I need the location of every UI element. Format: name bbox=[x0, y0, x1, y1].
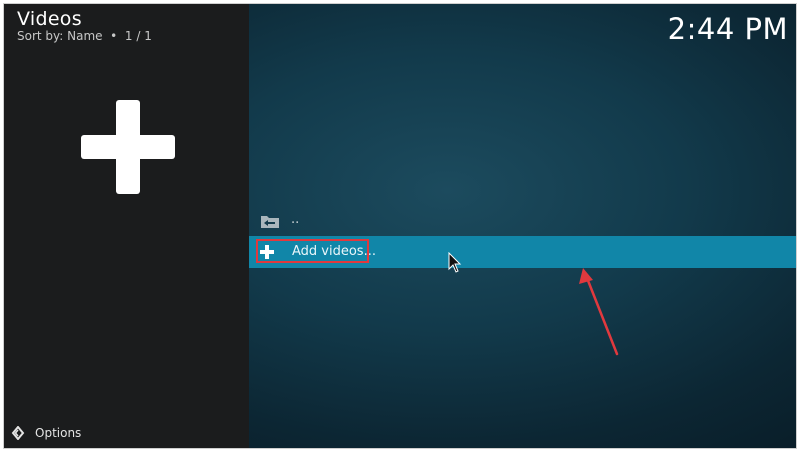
page-count: 1 / 1 bbox=[124, 29, 152, 43]
list-item-parent-folder[interactable]: .. bbox=[249, 206, 796, 236]
sort-info[interactable]: Sort by: Name • 1 / 1 bbox=[17, 29, 152, 43]
page-title: Videos bbox=[17, 8, 82, 30]
options-button[interactable]: Options bbox=[8, 424, 81, 442]
big-plus-icon bbox=[81, 100, 175, 194]
left-pane: Videos Sort by: Name • 1 / 1 Options bbox=[4, 4, 249, 448]
options-chevron-icon bbox=[11, 426, 25, 440]
folder-back-icon bbox=[261, 216, 279, 228]
kodi-screen: Videos Sort by: Name • 1 / 1 Options 2:4… bbox=[3, 3, 797, 449]
file-list: .. Add videos... bbox=[249, 4, 796, 448]
list-item-add-videos[interactable]: Add videos... bbox=[249, 236, 796, 268]
annotation-highlight-box bbox=[256, 239, 369, 263]
mouse-pointer-icon bbox=[448, 252, 462, 273]
options-label: Options bbox=[35, 426, 82, 440]
parent-folder-label: .. bbox=[291, 212, 300, 227]
red-arrow-annotation bbox=[579, 268, 619, 356]
sort-label: Sort by: Name bbox=[17, 29, 103, 43]
separator-bullet: • bbox=[110, 29, 118, 43]
